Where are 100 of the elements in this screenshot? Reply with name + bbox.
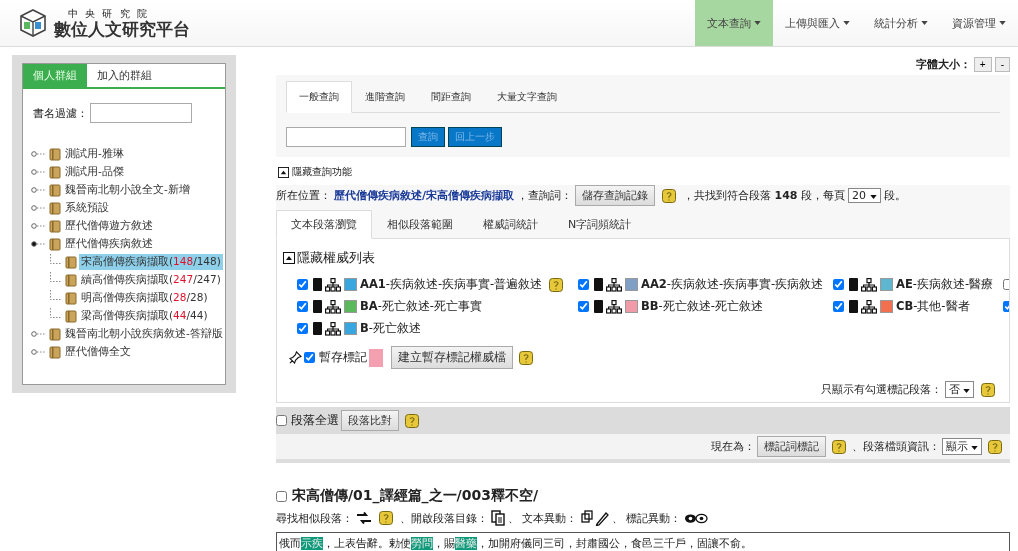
query-tab[interactable]: 進階查詢 <box>352 81 418 113</box>
tool-label: 、開啟段落目錄： <box>400 510 488 526</box>
group-tab[interactable]: 加入的群組 <box>87 64 162 87</box>
collapsed-node-icon[interactable] <box>31 168 47 176</box>
book-icon <box>49 183 61 197</box>
caret-icon <box>754 21 761 25</box>
result-tab[interactable]: 文本段落瀏覽 <box>276 210 372 239</box>
tree-item[interactable]: 歷代僧傳遊方敘述 <box>63 218 155 234</box>
hierarchy-icon[interactable] <box>325 321 341 336</box>
eyes-icon[interactable] <box>684 512 708 524</box>
collapsed-node-icon[interactable] <box>31 204 47 212</box>
query-tab[interactable]: 一般查詢 <box>286 81 352 113</box>
tree-item[interactable]: 魏晉南北朝小說全文-新增 <box>63 182 192 198</box>
tree-item[interactable]: 歷代僧傳全文 <box>63 344 133 360</box>
hide-authority-toggle[interactable]: 隱藏權威列表 <box>297 249 375 267</box>
temp-mark-label: 暫存標記 <box>319 349 367 366</box>
tree-item[interactable]: 明高僧傳疾病擷取(28/28) <box>79 290 210 306</box>
tree-item[interactable]: 測試用-雅琳 <box>63 146 126 162</box>
filter-field[interactable] <box>90 103 192 123</box>
result-tab[interactable]: 相似段落範圍 <box>372 210 468 239</box>
authority-checkbox[interactable] <box>578 279 589 290</box>
hide-query-toggle[interactable]: 隱藏查詢功能 <box>292 165 352 179</box>
authority-checkbox[interactable] <box>578 301 589 312</box>
help-icon[interactable] <box>405 413 419 428</box>
caret-icon <box>971 446 978 450</box>
hierarchy-icon[interactable] <box>325 277 341 292</box>
authority-checkbox[interactable] <box>297 279 308 290</box>
hierarchy-icon[interactable] <box>861 299 877 314</box>
select-all-checkbox[interactable] <box>276 415 287 426</box>
help-icon[interactable] <box>831 439 846 454</box>
help-icon[interactable] <box>662 188 677 203</box>
header-info-select[interactable]: 顯示 <box>941 438 982 455</box>
book-icon[interactable] <box>313 322 322 335</box>
book-icon[interactable] <box>849 278 858 291</box>
book-icon[interactable] <box>849 300 858 313</box>
collapsed-node-icon[interactable] <box>31 150 47 158</box>
help-icon[interactable] <box>549 277 564 292</box>
tree-item[interactable]: 歷代僧傳疾病敘述 <box>63 236 155 252</box>
authority-checkbox[interactable] <box>833 279 844 290</box>
book-icon <box>49 201 61 215</box>
collapsed-node-icon[interactable] <box>31 330 47 338</box>
swap-arrows-icon[interactable] <box>356 512 372 524</box>
result-tab[interactable]: 權威詞統計 <box>468 210 553 239</box>
hierarchy-icon[interactable] <box>861 277 877 292</box>
hierarchy-icon[interactable] <box>606 277 622 292</box>
help-icon[interactable] <box>379 511 393 525</box>
book-icon <box>49 237 61 251</box>
result-tab[interactable]: N字詞頻統計 <box>553 210 647 239</box>
expanded-node-icon[interactable] <box>31 240 47 248</box>
query-tab[interactable]: 間距查詢 <box>418 81 484 113</box>
hierarchy-icon[interactable] <box>606 299 622 314</box>
book-icon[interactable] <box>313 300 322 313</box>
tree-item[interactable]: 宋高僧傳疾病擷取(148/148) <box>79 254 223 270</box>
help-icon[interactable] <box>519 350 533 365</box>
per-page-select[interactable]: 20 <box>848 188 881 203</box>
collapsed-node-icon[interactable] <box>31 348 47 356</box>
nav-menu[interactable]: 資源管理 <box>940 0 1018 46</box>
collapsed-node-icon[interactable] <box>31 222 47 230</box>
location-label: 所在位置： <box>276 188 331 203</box>
header-info-label: 、段落檔頭資訊： <box>851 439 940 454</box>
help-icon[interactable] <box>988 439 1002 454</box>
authority-label: BA-死亡敘述-死亡事實 <box>360 299 482 314</box>
tree-item[interactable]: 系統預設 <box>63 200 111 216</box>
authority-checkbox[interactable] <box>297 301 308 312</box>
query-field[interactable] <box>286 127 406 147</box>
collapse-icon[interactable] <box>278 166 289 178</box>
book-icon[interactable] <box>594 278 603 291</box>
collapse-icon[interactable] <box>283 252 295 264</box>
pin-icon[interactable] <box>289 351 302 364</box>
location-path-link[interactable]: 歷代僧傳疾病敘述/宋高僧傳疾病擷取 <box>334 188 515 203</box>
nav-menu[interactable]: 統計分析 <box>862 0 940 46</box>
copy-pencil-icon[interactable] <box>580 510 609 526</box>
hierarchy-icon[interactable] <box>325 299 341 314</box>
compare-button[interactable]: 段落比對 <box>341 410 399 431</box>
font-size-button[interactable]: - <box>994 56 1010 72</box>
authority-checkbox[interactable] <box>833 301 844 312</box>
tree-item[interactable]: 魏晉南北朝小說疾病敘述-答辯版 <box>63 326 225 342</box>
nav-menu[interactable]: 文本查詢 <box>695 0 773 46</box>
authority-label: BB-死亡敘述-死亡敘述 <box>641 299 763 314</box>
documents-icon[interactable] <box>491 510 505 526</box>
authority-checkbox[interactable] <box>297 323 308 334</box>
book-icon[interactable] <box>594 300 603 313</box>
help-icon[interactable] <box>981 382 995 397</box>
book-icon[interactable] <box>313 278 322 291</box>
create-authority-button[interactable]: 建立暫存標記權威檔 <box>391 346 513 369</box>
query-tab[interactable]: 大量文字查詢 <box>484 81 570 113</box>
temp-mark-checkbox[interactable] <box>304 352 315 363</box>
tree-item[interactable]: 梁高僧傳疾病擷取(44/44) <box>79 308 210 324</box>
font-size-button[interactable]: + <box>973 56 992 72</box>
tree-item[interactable]: 續高僧傳疾病擷取(247/247) <box>79 272 223 288</box>
tree-item[interactable]: 測試用-品傑 <box>63 164 126 180</box>
book-icon <box>49 327 61 341</box>
mode-button[interactable]: 標記詞標記 <box>756 436 826 457</box>
book-icon <box>65 255 77 269</box>
book-icon <box>49 219 61 233</box>
only-checked-select[interactable]: 否 <box>944 381 974 398</box>
save-query-button[interactable]: 儲存查詢記錄 <box>575 185 656 206</box>
collapsed-node-icon[interactable] <box>31 186 47 194</box>
nav-menu[interactable]: 上傳與匯入 <box>773 0 862 46</box>
passage-checkbox[interactable] <box>276 490 287 502</box>
